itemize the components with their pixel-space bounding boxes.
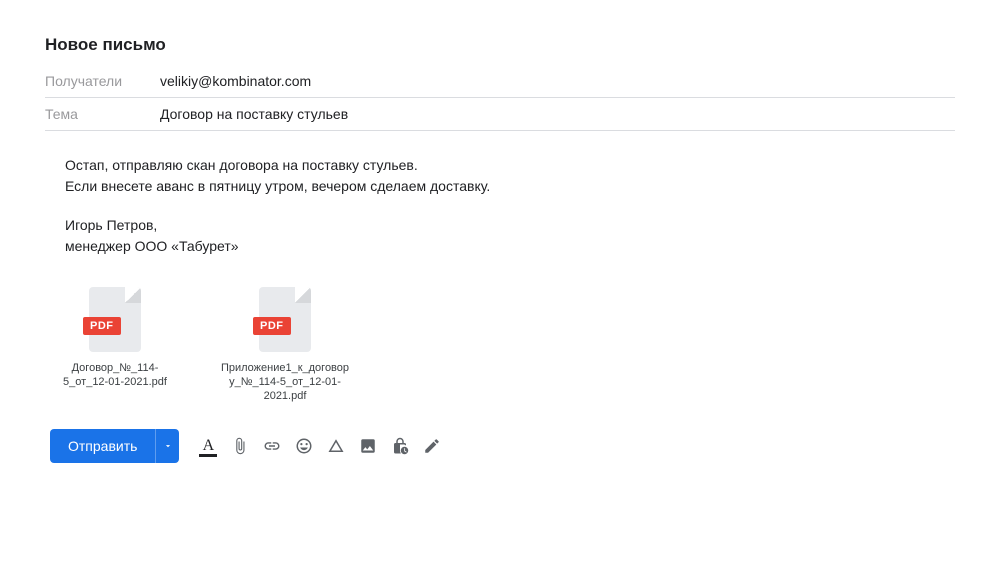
- send-options-button[interactable]: [155, 429, 179, 463]
- compose-title: Новое письмо: [45, 35, 955, 55]
- lock-clock-icon: [391, 437, 409, 455]
- insert-drive-button[interactable]: [321, 431, 351, 461]
- attachment-item[interactable]: PDF Договор_№_114-5_от_12-01-2021.pdf: [50, 287, 180, 403]
- link-icon: [263, 437, 281, 455]
- compose-window: Новое письмо Получатели Тема Остап, отпр…: [0, 0, 1000, 463]
- body-line: менеджер ООО «Табурет»: [65, 236, 955, 257]
- chevron-down-icon: [163, 441, 173, 451]
- subject-input[interactable]: [160, 106, 955, 122]
- send-button-group: Отправить: [50, 429, 179, 463]
- body-line: Остап, отправляю скан договора на постав…: [65, 155, 955, 176]
- insert-emoji-button[interactable]: [289, 431, 319, 461]
- attachment-filename: Договор_№_114-5_от_12-01-2021.pdf: [50, 362, 180, 390]
- confidential-mode-button[interactable]: [385, 431, 415, 461]
- insert-link-button[interactable]: [257, 431, 287, 461]
- subject-row[interactable]: Тема: [45, 98, 955, 131]
- attach-file-button[interactable]: [225, 431, 255, 461]
- attachment-item[interactable]: PDF Приложение1_к_договору_№_114-5_от_12…: [220, 287, 350, 403]
- image-icon: [359, 437, 377, 455]
- attachment-filename: Приложение1_к_договору_№_114-5_от_12-01-…: [220, 362, 350, 403]
- message-body[interactable]: Остап, отправляю скан договора на постав…: [45, 131, 955, 257]
- body-line: Если внесете аванс в пятницу утром, вече…: [65, 176, 955, 197]
- body-line: Игорь Петров,: [65, 215, 955, 236]
- subject-label: Тема: [45, 106, 160, 122]
- recipients-row[interactable]: Получатели: [45, 65, 955, 98]
- recipients-label: Получатели: [45, 73, 160, 89]
- insert-photo-button[interactable]: [353, 431, 383, 461]
- recipients-input[interactable]: [160, 73, 955, 89]
- formatting-button[interactable]: A: [193, 431, 223, 461]
- attachments-area: PDF Договор_№_114-5_от_12-01-2021.pdf PD…: [45, 257, 955, 421]
- pen-icon: [423, 437, 441, 455]
- pdf-file-icon: PDF: [259, 287, 311, 352]
- pdf-badge: PDF: [253, 317, 291, 335]
- send-button[interactable]: Отправить: [50, 429, 155, 463]
- insert-signature-button[interactable]: [417, 431, 447, 461]
- emoji-icon: [295, 437, 313, 455]
- compose-toolbar: Отправить A: [45, 421, 955, 463]
- pdf-file-icon: PDF: [89, 287, 141, 352]
- pdf-badge: PDF: [83, 317, 121, 335]
- drive-icon: [327, 437, 345, 455]
- paperclip-icon: [231, 437, 249, 455]
